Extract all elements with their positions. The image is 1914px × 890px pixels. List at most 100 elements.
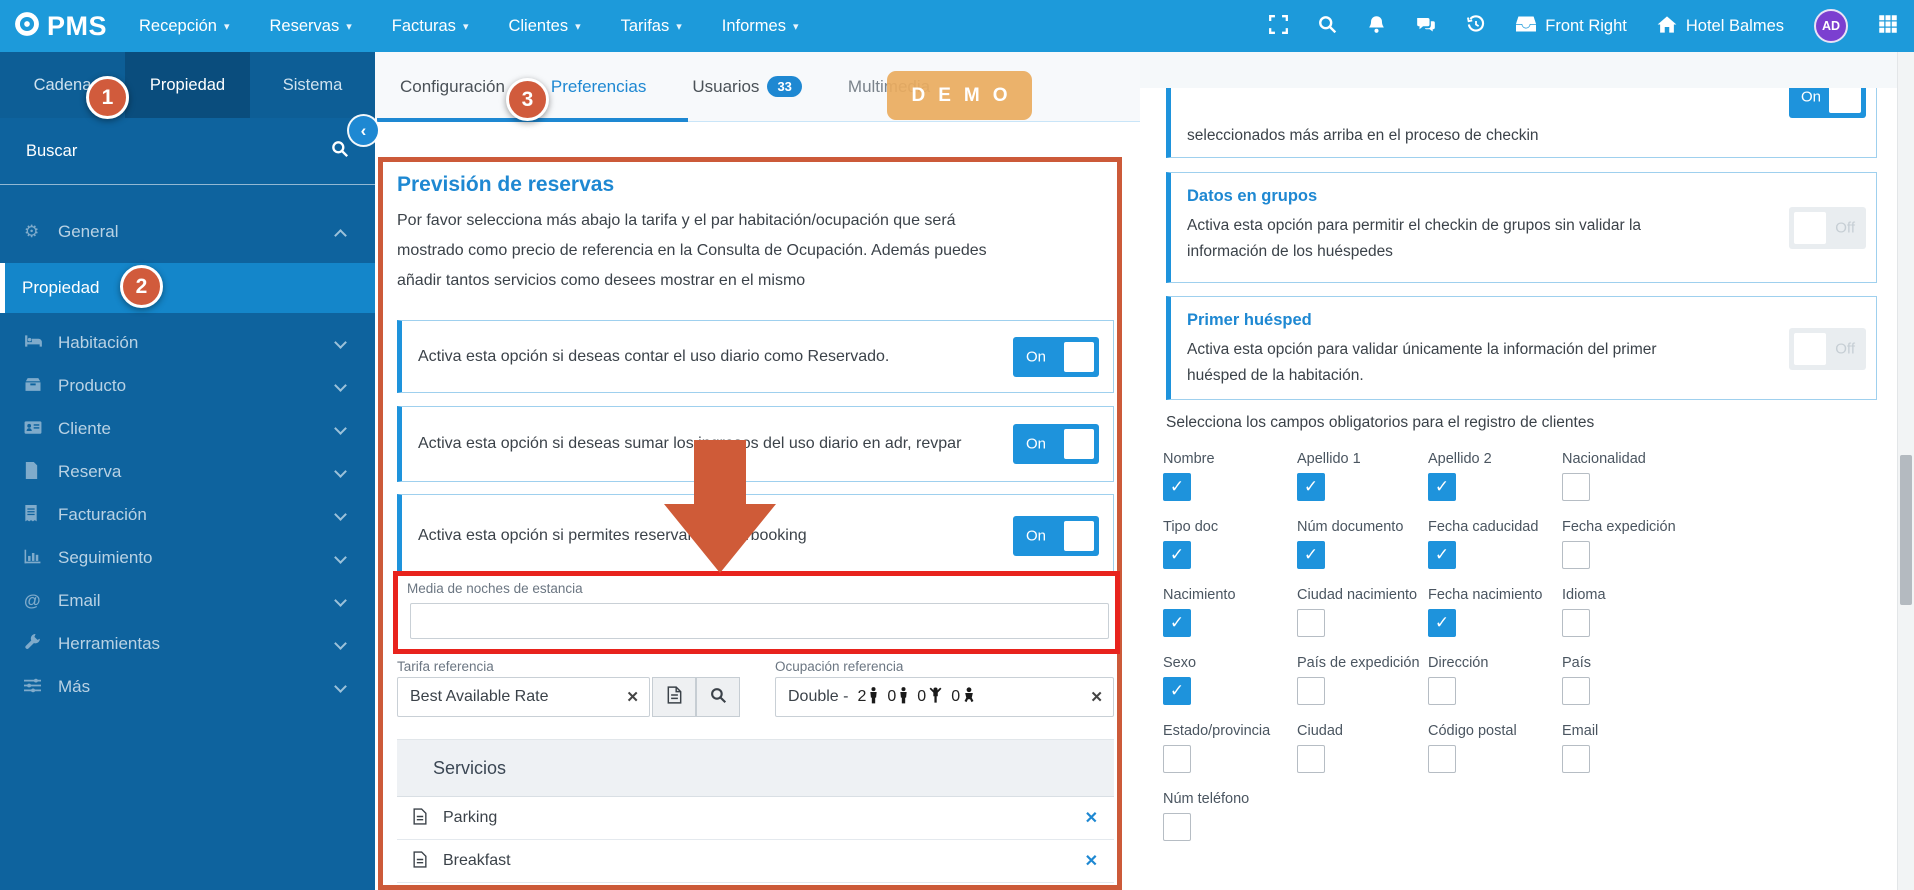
nav-menu-item[interactable]: Reservas ▾ [270,17,352,36]
required-field: Apellido 1 ✓ [1297,451,1428,519]
sidebar-collapse-button[interactable]: ‹ [349,116,378,145]
field-label: Fecha caducidad [1428,519,1539,535]
field-checkbox[interactable]: ✓ [1163,745,1191,773]
user-avatar[interactable]: AD [1814,9,1848,43]
caret-down-icon: ▾ [792,19,799,33]
avg-nights-input[interactable] [410,603,1109,639]
tab-usuarios[interactable]: Usuarios 33 [692,76,802,97]
rate-reference-input[interactable]: Best Available Rate ✕ [397,677,650,717]
required-field: Estado/provincia ✓ [1163,723,1297,791]
card-title: Datos en grupos [1187,187,1318,205]
chevron-down-icon [334,551,347,564]
field-label: Apellido 2 [1428,451,1492,467]
nav-menu-item[interactable]: Recepción ▾ [139,17,230,36]
service-row[interactable]: Parking ✕ [397,797,1114,840]
adult-icon [869,686,878,708]
tab-configuracion[interactable]: Configuración [400,77,505,97]
remove-service-icon[interactable]: ✕ [1085,808,1098,828]
field-checkbox[interactable]: ✓ [1297,677,1325,705]
nav-menu-item[interactable]: Informes ▾ [722,17,799,36]
toggle-switch-on[interactable]: On [1013,515,1099,556]
required-field: Fecha expedición ✓ [1562,519,1707,587]
sidebar-item-producto[interactable]: Producto [0,364,375,407]
field-label: País de expedición [1297,655,1420,671]
sidebar-item-herramientas[interactable]: Herramientas [0,622,375,665]
required-field: Núm documento ✓ [1297,519,1428,587]
field-checkbox[interactable]: ✓ [1428,609,1456,637]
field-checkbox[interactable]: ✓ [1297,609,1325,637]
apps-grid-icon[interactable] [1878,14,1898,38]
field-checkbox[interactable]: ✓ [1163,813,1191,841]
home-icon [1657,15,1677,38]
field-checkbox[interactable]: ✓ [1428,677,1456,705]
sidebar-search-input[interactable]: Buscar [0,118,375,185]
notifications-bell-icon[interactable] [1367,15,1386,38]
bed-icon [24,333,58,352]
search-placeholder: Buscar [26,141,78,160]
services-header: Servicios [397,739,1114,797]
field-label: Núm documento [1297,519,1404,535]
first-guest-card: Primer huésped Activa esta opción para v… [1166,296,1877,400]
required-field: Dirección ✓ [1428,655,1562,723]
required-field: Nacionalidad ✓ [1562,451,1707,519]
sidebar-item-general[interactable]: ⚙ General [0,209,375,255]
toggle-switch-off[interactable]: Off [1789,207,1866,249]
sidebar-item-cliente[interactable]: Cliente [0,407,375,450]
field-checkbox[interactable]: ✓ [1163,473,1191,501]
toggle-switch-on[interactable]: On [1013,424,1099,464]
field-checkbox[interactable]: ✓ [1562,473,1590,501]
field-checkbox[interactable]: ✓ [1562,541,1590,569]
field-checkbox[interactable]: ✓ [1297,473,1325,501]
field-checkbox[interactable]: ✓ [1297,745,1325,773]
workstation-selector[interactable]: Front Right [1516,15,1627,37]
pms-logo[interactable]: PMS [14,11,107,42]
field-checkbox[interactable]: ✓ [1562,745,1590,773]
field-checkbox[interactable]: ✓ [1163,677,1191,705]
scrollbar-thumb[interactable] [1900,455,1912,605]
tab-preferencias[interactable]: Preferencias [551,77,646,97]
rate-details-button[interactable] [652,677,696,717]
tab-sistema[interactable]: Sistema [250,52,375,118]
nav-menu-item[interactable]: Tarifas ▾ [621,17,682,36]
clear-icon[interactable]: ✕ [1080,688,1113,706]
remove-service-icon[interactable]: ✕ [1085,851,1098,871]
check-icon: ✓ [1434,613,1450,633]
field-checkbox[interactable]: ✓ [1562,677,1590,705]
service-row[interactable]: Breakfast ✕ [397,840,1114,883]
required-fields-grid: Nombre ✓ Apellido 1 ✓ Apellido 2 ✓ Nacio… [1163,451,1707,859]
history-icon[interactable] [1466,14,1486,38]
workstation-name: Front Right [1545,16,1627,35]
sidebar-item-mas[interactable]: Más [0,665,375,708]
sidebar-item-propiedad[interactable]: Propiedad [0,263,375,313]
field-checkbox[interactable]: ✓ [1428,473,1456,501]
field-checkbox[interactable]: ✓ [1562,609,1590,637]
field-checkbox[interactable]: ✓ [1428,541,1456,569]
sidebar-item-email[interactable]: @ Email [0,579,375,622]
field-checkbox[interactable]: ✓ [1163,541,1191,569]
avg-nights-label: Media de noches de estancia [407,581,583,596]
field-checkbox[interactable]: ✓ [1428,745,1456,773]
fullscreen-icon[interactable] [1269,14,1289,38]
nav-menu-item[interactable]: Clientes ▾ [508,17,580,36]
toggle-switch-on[interactable]: On [1013,336,1099,377]
sidebar-item-seguimiento[interactable]: Seguimiento [0,536,375,579]
sidebar-item-facturacion[interactable]: Facturación [0,493,375,536]
field-checkbox[interactable]: ✓ [1297,541,1325,569]
field-checkbox[interactable]: ✓ [1163,609,1191,637]
required-field: Nacimiento ✓ [1163,587,1297,655]
hotel-selector[interactable]: Hotel Balmes [1657,15,1784,38]
clear-icon[interactable]: ✕ [616,688,649,706]
sidebar-item-reserva[interactable]: Reserva [0,450,375,493]
nav-menu-item[interactable]: Facturas ▾ [392,17,469,36]
document-icon [667,686,682,708]
required-field: Código postal ✓ [1428,723,1562,791]
tab-propiedad[interactable]: Propiedad [125,52,250,118]
toggle-switch-on[interactable]: On [1789,88,1866,118]
rate-search-button[interactable] [696,677,740,717]
toggle-switch-off[interactable]: Off [1789,328,1866,370]
chat-icon[interactable] [1416,15,1436,38]
search-icon [331,140,349,162]
occupancy-reference-input[interactable]: Double - 2 0 0 0 ✕ [775,677,1114,717]
search-icon[interactable] [1318,15,1337,38]
sidebar-item-habitacion[interactable]: Habitación [0,321,375,364]
